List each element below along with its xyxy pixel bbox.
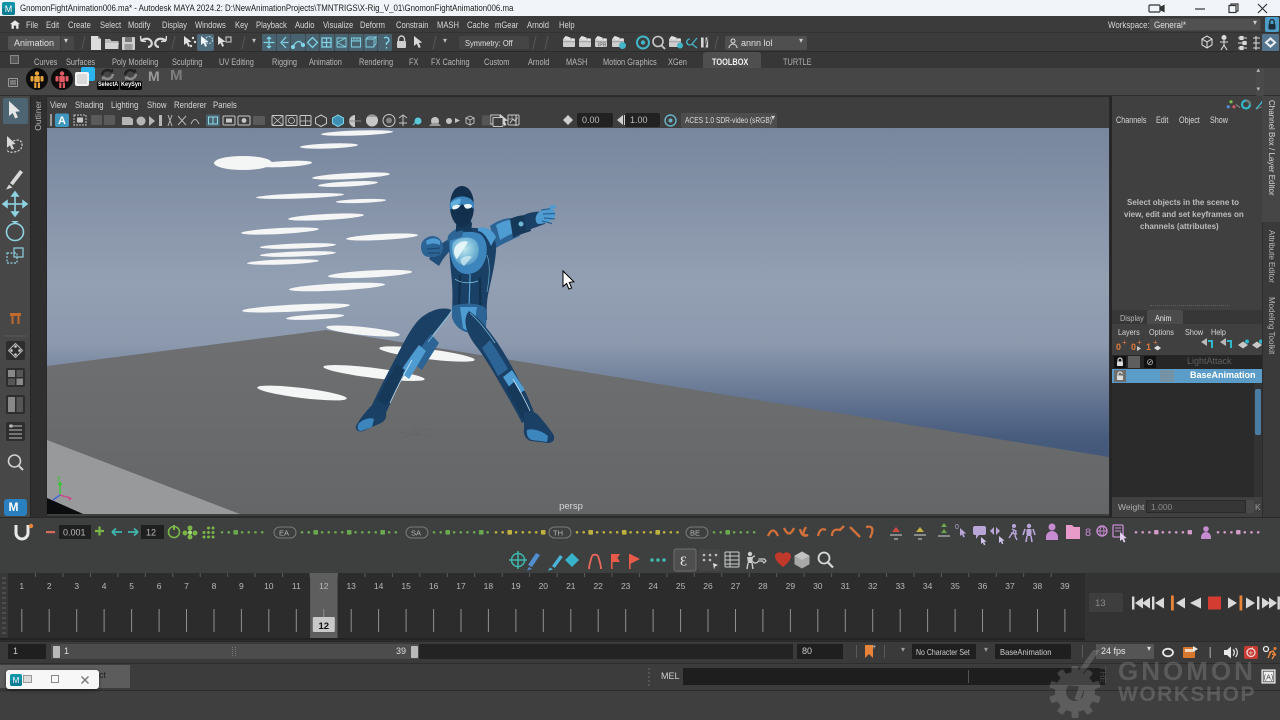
svg-text:19: 19 [511, 581, 521, 591]
svg-text:0: 0 [955, 524, 959, 531]
svg-text:13: 13 [346, 581, 356, 591]
svg-text:6: 6 [157, 581, 162, 591]
svg-text:27: 27 [731, 581, 741, 591]
svg-text:26: 26 [703, 581, 713, 591]
svg-text:35: 35 [950, 581, 960, 591]
svg-text:30: 30 [813, 581, 823, 591]
svg-text:persp: persp [559, 501, 583, 512]
svg-text:38: 38 [1033, 581, 1043, 591]
svg-text:+: + [1137, 338, 1142, 347]
svg-text:32: 32 [868, 581, 878, 591]
svg-text:12: 12 [146, 528, 156, 538]
svg-text:33: 33 [895, 581, 905, 591]
svg-text:+: + [1122, 338, 1127, 347]
svg-text:2: 2 [47, 581, 52, 591]
svg-text:SA: SA [411, 529, 421, 538]
svg-text:5: 5 [129, 581, 134, 591]
svg-text:IPR: IPR [598, 43, 607, 49]
svg-text:20: 20 [539, 581, 549, 591]
svg-text:+: + [1153, 338, 1158, 347]
svg-text:1: 1 [19, 581, 24, 591]
svg-text:22: 22 [593, 581, 603, 591]
svg-text:9: 9 [239, 581, 244, 591]
svg-text:7: 7 [184, 581, 189, 591]
svg-text:28: 28 [758, 581, 768, 591]
svg-text:36: 36 [978, 581, 988, 591]
svg-text:11: 11 [292, 581, 301, 591]
svg-text:BE: BE [690, 529, 700, 538]
svg-text:24: 24 [648, 581, 658, 591]
svg-text:3: 3 [74, 581, 79, 591]
svg-text:31: 31 [841, 581, 851, 591]
svg-text:THE: THE [1098, 666, 1108, 683]
svg-text:39: 39 [1060, 581, 1070, 591]
svg-text:GNOMON: GNOMON [1118, 656, 1256, 686]
svg-text:12: 12 [319, 581, 329, 591]
svg-text:0: 0 [1131, 342, 1136, 352]
svg-text:EA: EA [279, 529, 289, 538]
svg-text:15: 15 [401, 581, 411, 591]
svg-text:0.001: 0.001 [63, 528, 86, 538]
svg-text:18: 18 [484, 581, 494, 591]
svg-text:23: 23 [621, 581, 631, 591]
svg-text:34: 34 [923, 581, 933, 591]
svg-text:29: 29 [786, 581, 796, 591]
svg-text:21: 21 [566, 581, 576, 591]
svg-text:10: 10 [264, 581, 274, 591]
svg-text:8: 8 [1085, 527, 1091, 539]
svg-text:M: M [13, 676, 20, 685]
svg-text:+: + [872, 644, 876, 651]
svg-text:13: 13 [1095, 598, 1106, 609]
svg-text:8: 8 [212, 581, 217, 591]
svg-text:37: 37 [1005, 581, 1015, 591]
svg-text:TH: TH [553, 529, 563, 538]
svg-text:Ɛ: Ɛ [680, 555, 687, 570]
svg-text:25: 25 [676, 581, 686, 591]
svg-text:WORKSHOP: WORKSHOP [1118, 683, 1256, 706]
svg-text:0: 0 [1116, 342, 1121, 352]
svg-text:16: 16 [429, 581, 439, 591]
svg-text:17: 17 [456, 581, 466, 591]
svg-text:1: 1 [1146, 342, 1151, 352]
svg-text:M: M [5, 4, 13, 14]
svg-text:A: A [58, 115, 66, 127]
svg-text:4: 4 [102, 581, 107, 591]
svg-text:14: 14 [374, 581, 384, 591]
svg-text:y: y [57, 475, 61, 482]
svg-text:12: 12 [319, 621, 330, 632]
